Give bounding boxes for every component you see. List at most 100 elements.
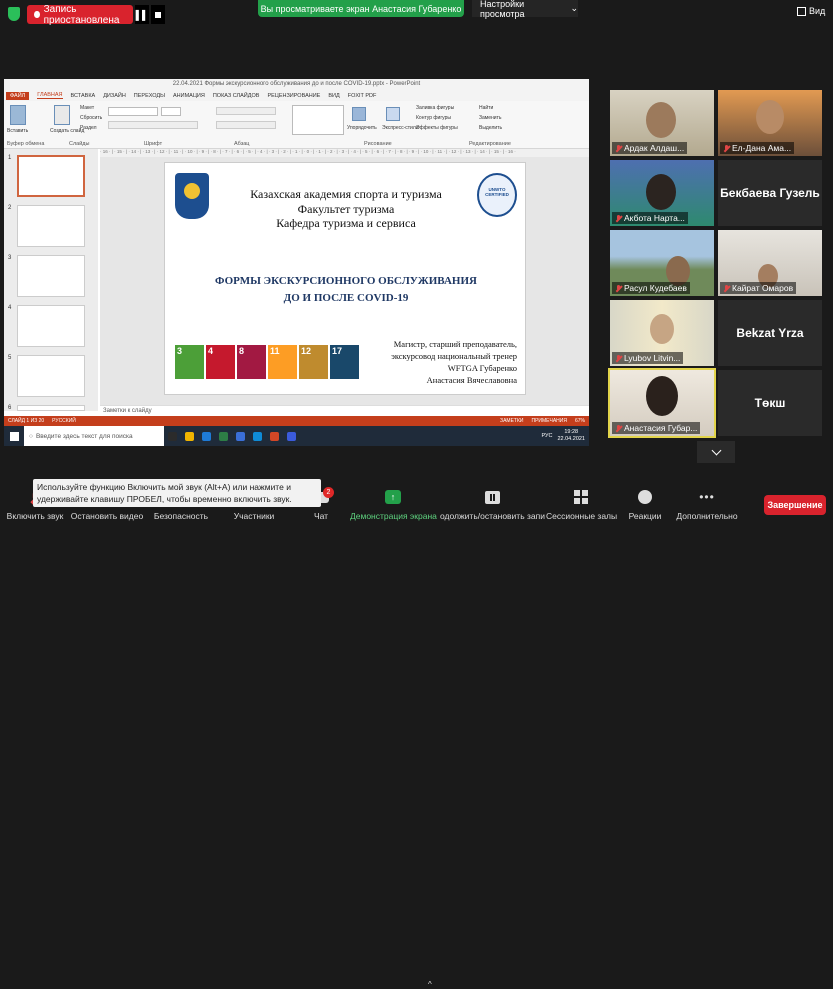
tab-design[interactable]: ДИЗАЙН <box>103 93 126 99</box>
layout-button[interactable]: Макет <box>80 105 94 111</box>
arrange-icon[interactable] <box>352 107 366 121</box>
tab-insert[interactable]: ВСТАВКА <box>71 93 96 99</box>
taskbar-app-icon[interactable] <box>283 426 300 446</box>
participants-label: Участники <box>233 511 275 521</box>
slide-thumbnail-6[interactable] <box>17 405 85 411</box>
stop-recording-button[interactable] <box>151 5 165 24</box>
recording-paused-button[interactable]: Запись приостановлена <box>27 4 133 26</box>
slide-thumbnails-panel: 1 2 3 4 5 6 <box>4 149 98 411</box>
security-shield-icon[interactable] <box>8 7 20 21</box>
breakout-rooms-button[interactable]: Сессионные залы <box>546 485 617 525</box>
quick-styles-icon[interactable] <box>386 107 400 121</box>
tab-view[interactable]: ВИД <box>328 93 339 99</box>
slide-thumbnail-4[interactable] <box>17 305 85 347</box>
participant-tile[interactable]: Lyubov Litvin... <box>610 300 714 366</box>
view-layout-button[interactable]: Вид <box>797 6 825 16</box>
ribbon: Вставить Создать слайд Макет Сбросить Ра… <box>4 101 589 149</box>
shape-effects-button[interactable]: Эффекты фигуры <box>416 125 458 131</box>
participant-tile[interactable]: Кайрат Омаров <box>718 230 822 296</box>
participant-tile[interactable]: Бекбаева Гузель <box>718 160 822 226</box>
participant-tile[interactable]: Расул Кудебаев <box>610 230 714 296</box>
replace-button[interactable]: Заменить <box>479 115 501 121</box>
sdg-goal-number: 12 <box>301 346 312 356</box>
comments-button[interactable]: ПРИМЕЧАНИЯ <box>531 418 567 424</box>
resume-recording-button[interactable]: ▌▌ <box>135 5 149 24</box>
grid-icon <box>797 6 806 16</box>
font-name-box[interactable] <box>108 107 158 116</box>
alignment-buttons[interactable] <box>216 121 276 129</box>
reactions-button[interactable]: Реакции <box>626 485 664 525</box>
zoom-level[interactable]: 67% <box>575 418 585 424</box>
system-tray: РУС 19:28 22.04.2021 <box>541 429 589 443</box>
participant-name-tag: Расул Кудебаев <box>612 282 690 294</box>
taskbar-app-icon[interactable] <box>266 426 283 446</box>
taskbar-app-icon[interactable] <box>215 426 232 446</box>
font-size-box[interactable] <box>161 107 181 116</box>
tab-file[interactable]: ФАЙЛ <box>6 91 30 100</box>
pause-recording-button[interactable]: одолжить/остановить запи <box>440 485 545 525</box>
muted-mic-icon <box>615 214 622 222</box>
slide-thumbnail-3[interactable] <box>17 255 85 297</box>
find-button[interactable]: Найти <box>479 105 493 111</box>
viewing-screen-banner: Вы просматриваете экран Анастасия Губаре… <box>258 0 464 17</box>
muted-mic-icon <box>723 144 730 152</box>
slide-thumbnail-1[interactable] <box>17 155 85 197</box>
section-button[interactable]: Раздел <box>80 125 97 131</box>
view-options-dropdown[interactable]: Настройки просмотра ⌄ <box>472 0 578 19</box>
taskbar-app-icon[interactable] <box>181 426 198 446</box>
taskbar-app-icon[interactable] <box>164 426 181 446</box>
sdg-goal-number: 11 <box>270 346 280 356</box>
sdg-goal-number: 17 <box>332 346 343 356</box>
share-screen-button[interactable]: ↑ Демонстрация экрана <box>350 485 437 525</box>
tab-review[interactable]: РЕЦЕНЗИРОВАНИЕ <box>267 93 320 99</box>
tab-animation[interactable]: АНИМАЦИЯ <box>173 93 205 99</box>
slide-thumbnail-5[interactable] <box>17 355 85 397</box>
taskbar-app-icon[interactable] <box>249 426 266 446</box>
participant-tile[interactable]: Ардак Алдаш... <box>610 90 714 156</box>
paste-button[interactable]: Вставить <box>7 128 28 134</box>
select-button[interactable]: Выделить <box>479 125 502 131</box>
thumbnail-number: 1 <box>8 155 12 161</box>
next-page-button[interactable] <box>697 441 735 463</box>
start-button[interactable] <box>4 426 24 446</box>
participant-name-tag: Lyubov Litvin... <box>612 352 684 364</box>
tab-transitions[interactable]: ПЕРЕХОДЫ <box>134 93 165 99</box>
reset-button[interactable]: Сбросить <box>80 115 102 121</box>
tab-home[interactable]: ГЛАВНАЯ <box>37 92 63 99</box>
tab-foxit-pdf[interactable]: FOXIT PDF <box>348 93 377 99</box>
clock[interactable]: 19:28 22.04.2021 <box>557 429 585 443</box>
font-group-label: Шрифт <box>144 141 163 147</box>
taskbar-search[interactable]: ○ Введите здесь текст для поиска <box>24 426 164 446</box>
end-meeting-button[interactable]: Завершение <box>764 495 826 515</box>
app-icon <box>185 431 194 441</box>
arrange-button[interactable]: Упорядочить <box>347 125 377 131</box>
participant-tile[interactable]: Bekzat Yrza <box>718 300 822 366</box>
more-button[interactable]: ••• Дополнительно <box>672 485 742 525</box>
muted-mic-icon <box>723 284 730 292</box>
new-slide-icon[interactable] <box>54 105 70 125</box>
quick-styles-button[interactable]: Экспресс-стили <box>382 125 419 131</box>
taskbar-app-icon[interactable] <box>232 426 249 446</box>
current-slide[interactable]: UNWTO CERTIFIED Казахская академия спорт… <box>164 162 526 395</box>
notes-button[interactable]: ЗАМЕТКИ <box>500 418 523 424</box>
paste-icon[interactable] <box>10 105 26 125</box>
font-format-buttons[interactable] <box>108 121 198 129</box>
slide-canvas: UNWTO CERTIFIED Казахская академия спорт… <box>100 157 589 405</box>
sdg-goal-number: 4 <box>208 346 214 356</box>
participant-tile[interactable]: Ел-Дана Ама... <box>718 90 822 156</box>
paragraph-buttons[interactable] <box>216 107 276 115</box>
participant-tile[interactable]: Төкш <box>718 370 822 436</box>
participant-tile[interactable]: Акбота Нарта... <box>610 160 714 226</box>
participant-tile-active-speaker[interactable]: Анастасия Губар... <box>608 368 716 438</box>
shape-fill-button[interactable]: Заливка фигуры <box>416 105 454 111</box>
shape-outline-button[interactable]: Контур фигуры <box>416 115 451 121</box>
shapes-gallery[interactable] <box>292 105 344 135</box>
share-options-caret-icon[interactable]: ^ <box>428 980 432 989</box>
slide-thumbnail-2[interactable] <box>17 205 85 247</box>
taskbar-app-icon[interactable] <box>198 426 215 446</box>
input-language[interactable]: РУС <box>541 433 552 439</box>
windows-icon <box>9 431 19 441</box>
slide-notes[interactable]: Заметки к слайду <box>100 405 589 415</box>
tab-slideshow[interactable]: ПОКАЗ СЛАЙДОВ <box>213 93 260 99</box>
app-icon <box>219 431 228 441</box>
